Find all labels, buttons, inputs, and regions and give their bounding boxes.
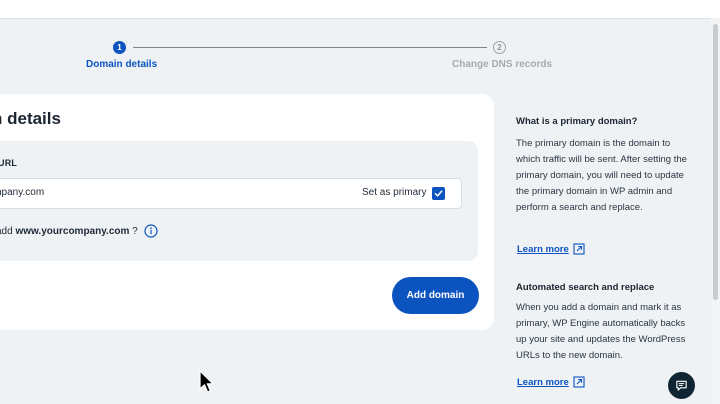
primary-domain-heading: What is a primary domain? xyxy=(516,116,638,127)
url-field-label: URL xyxy=(0,158,18,168)
hint-domain: www.yourcompany.com xyxy=(15,226,130,237)
info-icon[interactable] xyxy=(144,224,158,238)
learn-more-link-2[interactable]: Learn more xyxy=(517,376,585,388)
card-title: n details xyxy=(0,109,61,128)
step-2-label: Change DNS records xyxy=(452,59,553,70)
automated-search-replace-description: When you add a domain and mark it as pri… xyxy=(516,302,686,361)
primary-domain-description: The primary domain is the domain to whic… xyxy=(516,138,687,213)
step-1-label: Domain details xyxy=(86,59,158,70)
stepper-line xyxy=(133,47,487,48)
automated-search-replace-heading: Automated search and replace xyxy=(516,282,655,293)
external-link-icon xyxy=(573,376,585,388)
chat-icon xyxy=(676,380,687,391)
top-bar xyxy=(0,0,720,19)
step-2-indicator: 2 xyxy=(493,41,506,54)
mouse-cursor-icon xyxy=(199,370,214,393)
add-domain-button[interactable]: Add domain xyxy=(392,277,479,314)
domain-url-value[interactable]: npany.com xyxy=(0,187,44,198)
check-icon xyxy=(434,190,443,197)
set-as-primary-checkbox[interactable] xyxy=(432,187,445,200)
step-1-indicator: 1 xyxy=(113,41,126,54)
external-link-icon xyxy=(573,243,585,255)
add-www-hint: add www.yourcompany.com ? xyxy=(0,226,138,237)
chat-button[interactable] xyxy=(668,372,695,399)
scrollbar-thumb[interactable] xyxy=(713,24,718,300)
learn-more-link-1[interactable]: Learn more xyxy=(517,243,585,255)
set-as-primary-label[interactable]: Set as primary xyxy=(362,187,426,198)
